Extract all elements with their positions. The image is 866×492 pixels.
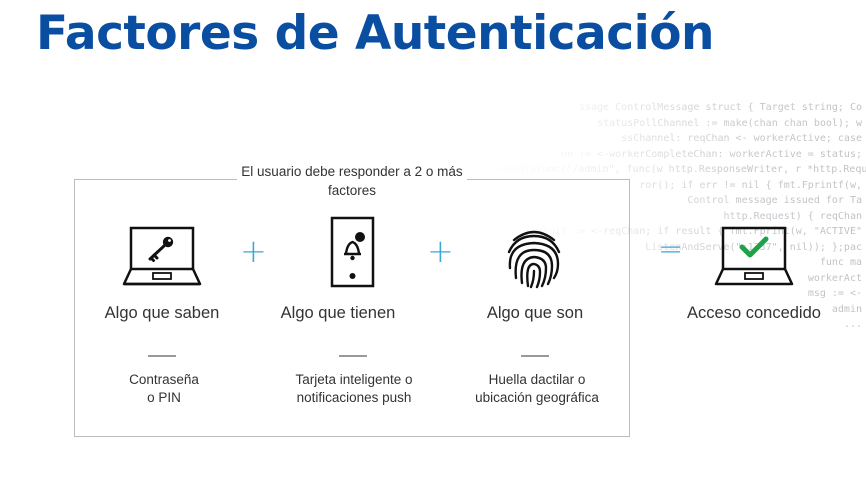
code-line: http.HandleFunc("/admin", func(w http.Re… [470,164,866,175]
plus-operator: + [240,232,267,270]
factor-description: Huella dactilar o ubicación geográfica [475,372,599,405]
laptop-check-icon [714,226,794,286]
plus-operator: + [427,232,454,270]
factor-label-possession: Algo que tienen [280,304,396,322]
page-title: Factores de Autenticación [36,6,714,61]
divider [521,355,549,357]
fingerprint-icon [507,230,561,289]
divider [339,355,367,357]
laptop-key-icon [122,226,202,286]
divider [148,355,176,357]
result-label: Acceso concedido [687,304,821,322]
frame-caption: El usuario debe responder a 2 o más fact… [237,162,467,200]
code-line: ssChannel: reqChan <- workerActive; case [621,133,862,144]
code-line: on := <-workerCompleteChan: workerActive… [560,148,862,160]
equals-operator: = [658,232,684,267]
factor-label-knowledge: Algo que saben [104,304,220,322]
code-line: statusPollChannel := make(chan chan bool… [597,117,862,129]
factor-description: Tarjeta inteligente o notificaciones push [295,372,413,405]
smartphone-notification-icon [330,216,375,288]
factor-label-inherence: Algo que son [486,304,584,322]
code-line: ssage ControlMessage struct { Target str… [579,102,862,113]
factor-description: Contraseña o PIN [129,372,199,405]
